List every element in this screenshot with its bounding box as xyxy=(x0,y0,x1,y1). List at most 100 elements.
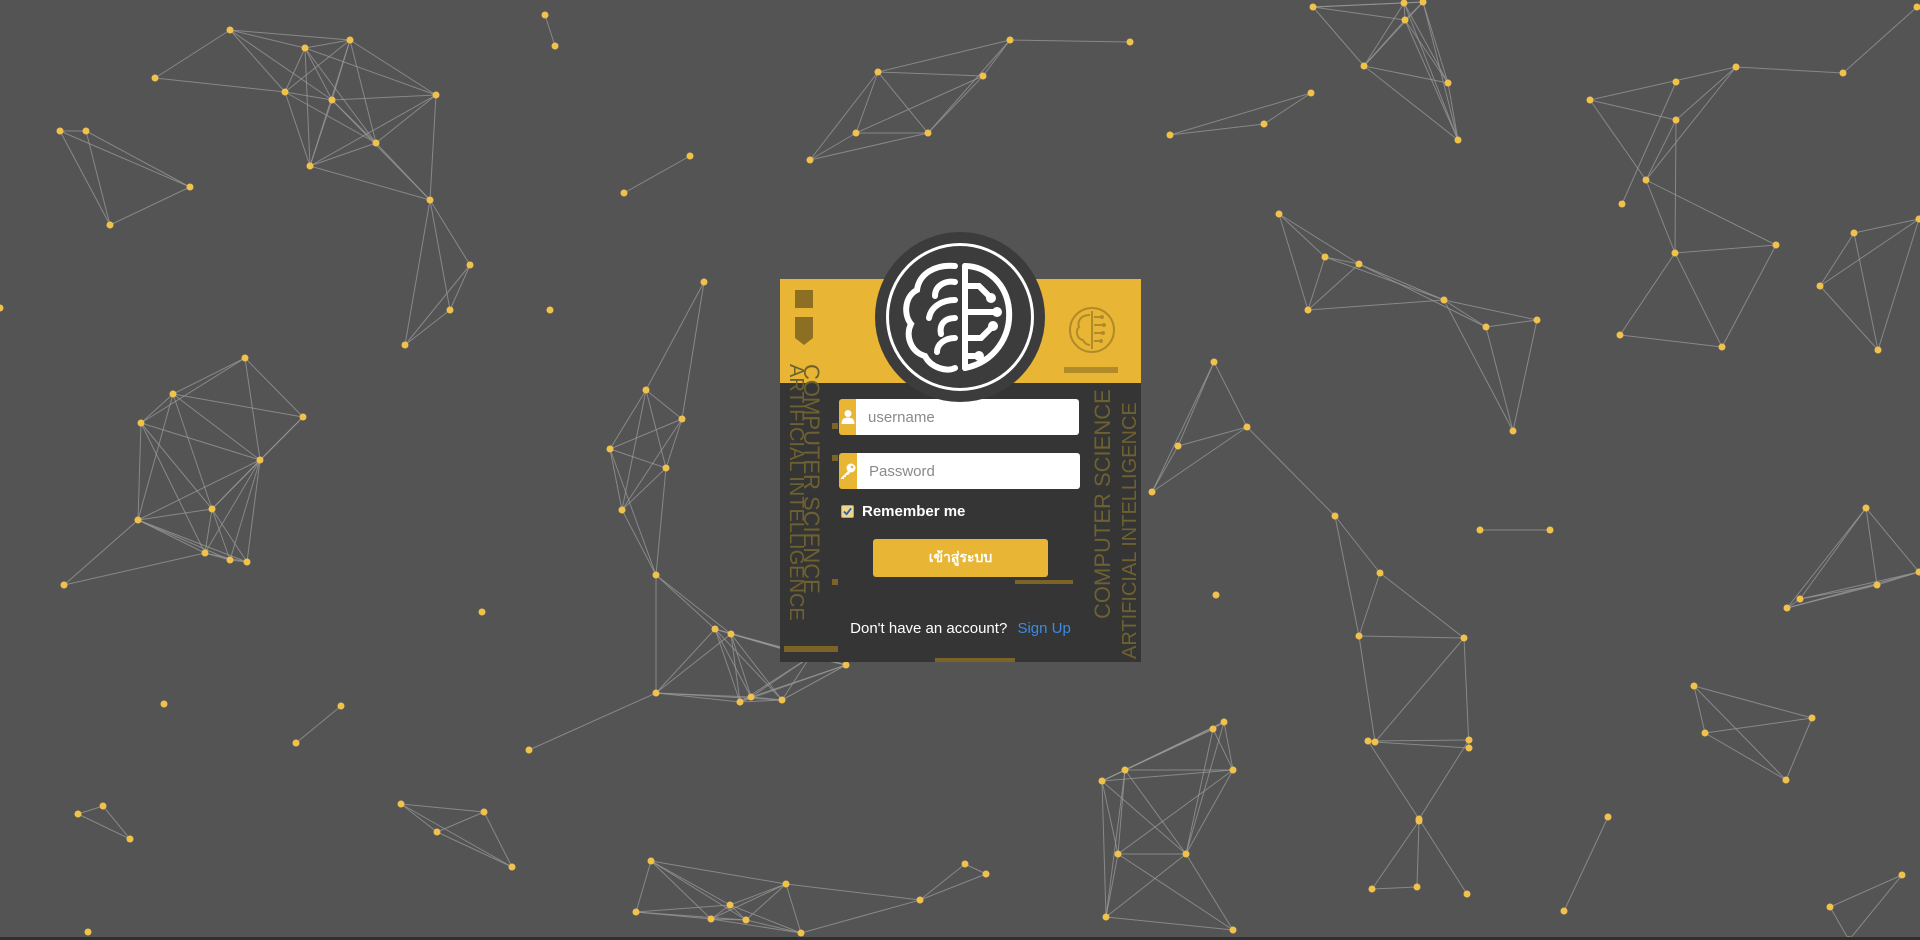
network-node xyxy=(328,96,336,104)
network-link xyxy=(309,142,377,167)
network-node xyxy=(299,413,307,421)
network-node xyxy=(0,304,4,312)
network-node xyxy=(1463,890,1471,898)
network-link xyxy=(1842,6,1918,74)
network-link xyxy=(1721,244,1777,348)
network-node xyxy=(842,661,850,669)
username-input[interactable] xyxy=(856,399,1079,435)
network-node xyxy=(478,608,486,616)
network-link xyxy=(154,77,286,93)
network-link xyxy=(404,264,471,346)
signup-link[interactable]: Sign Up xyxy=(1017,620,1070,637)
network-link xyxy=(1799,571,1920,600)
network-link xyxy=(655,628,716,694)
network-node xyxy=(1209,725,1217,733)
network-node xyxy=(782,880,790,888)
deco-bar xyxy=(1015,580,1073,584)
deco-dot xyxy=(832,423,838,429)
network-link xyxy=(137,422,142,521)
network-node xyxy=(1260,120,1268,128)
network-node xyxy=(1243,423,1251,431)
network-node xyxy=(647,857,655,865)
network-link xyxy=(304,47,377,144)
network-link xyxy=(331,94,437,101)
network-link xyxy=(1371,820,1420,890)
network-link xyxy=(729,904,802,934)
network-link xyxy=(609,448,623,511)
network-link xyxy=(635,904,731,913)
login-button[interactable]: เข้าสู่ระบบ xyxy=(873,539,1048,577)
network-node xyxy=(1816,282,1824,290)
network-node xyxy=(1229,766,1237,774)
network-node xyxy=(1148,488,1156,496)
network-node xyxy=(82,127,90,135)
network-node xyxy=(1212,591,1220,599)
remember-me-label[interactable]: Remember me xyxy=(862,503,965,520)
key-icon xyxy=(839,453,857,489)
network-node xyxy=(1166,131,1174,139)
header-line-decoration xyxy=(1064,367,1118,373)
network-link xyxy=(140,393,174,424)
network-link xyxy=(429,94,437,201)
network-link xyxy=(1367,739,1470,742)
network-link xyxy=(400,803,513,868)
network-node xyxy=(1618,200,1626,208)
network-node xyxy=(151,74,159,82)
network-link xyxy=(1105,916,1234,931)
network-node xyxy=(546,306,554,314)
network-link xyxy=(655,574,732,635)
network-link xyxy=(1404,19,1449,84)
network-link xyxy=(655,633,732,694)
network-link xyxy=(1185,853,1234,931)
network-link xyxy=(714,628,741,703)
network-node xyxy=(1476,526,1484,534)
network-link xyxy=(1363,2,1405,67)
network-node xyxy=(1220,718,1228,726)
network-link xyxy=(140,357,246,424)
network-link xyxy=(1009,39,1131,43)
network-link xyxy=(304,47,437,96)
network-node xyxy=(346,36,354,44)
network-node xyxy=(281,88,289,96)
network-node xyxy=(742,916,750,924)
network-link xyxy=(645,389,667,469)
network-link xyxy=(1117,853,1234,931)
network-link xyxy=(154,29,231,79)
network-link xyxy=(1645,179,1777,246)
network-node xyxy=(186,183,194,191)
network-node xyxy=(707,915,715,923)
network-node xyxy=(1355,632,1363,640)
remember-me-checkbox[interactable] xyxy=(841,504,854,518)
network-link xyxy=(623,155,691,194)
network-link xyxy=(1422,1,1459,141)
network-node xyxy=(747,693,755,701)
network-link xyxy=(284,91,311,167)
network-link xyxy=(1848,874,1903,940)
network-node xyxy=(426,196,434,204)
network-node xyxy=(797,929,805,937)
network-link xyxy=(1213,361,1248,428)
network-link xyxy=(1374,637,1465,743)
password-input[interactable] xyxy=(857,453,1080,489)
network-link xyxy=(59,130,111,226)
network-node xyxy=(432,91,440,99)
network-node xyxy=(306,162,314,170)
network-node xyxy=(1465,736,1473,744)
network-node xyxy=(1874,346,1882,354)
network-node xyxy=(292,739,300,747)
network-node xyxy=(1114,850,1122,858)
network-link xyxy=(1358,263,1487,328)
network-node xyxy=(1862,504,1870,512)
network-link xyxy=(927,39,1011,134)
network-link xyxy=(1785,717,1813,781)
network-node xyxy=(1732,63,1740,71)
network-link xyxy=(375,94,437,144)
network-node xyxy=(1915,568,1920,576)
network-node xyxy=(201,549,209,557)
network-link xyxy=(1246,426,1336,517)
network-node xyxy=(1898,871,1906,879)
network-node xyxy=(1796,595,1804,603)
network-link xyxy=(544,14,556,47)
network-link xyxy=(436,811,485,833)
side-text-left-secondary: ARTIFICIAL INTELLIGENCE xyxy=(785,364,807,621)
